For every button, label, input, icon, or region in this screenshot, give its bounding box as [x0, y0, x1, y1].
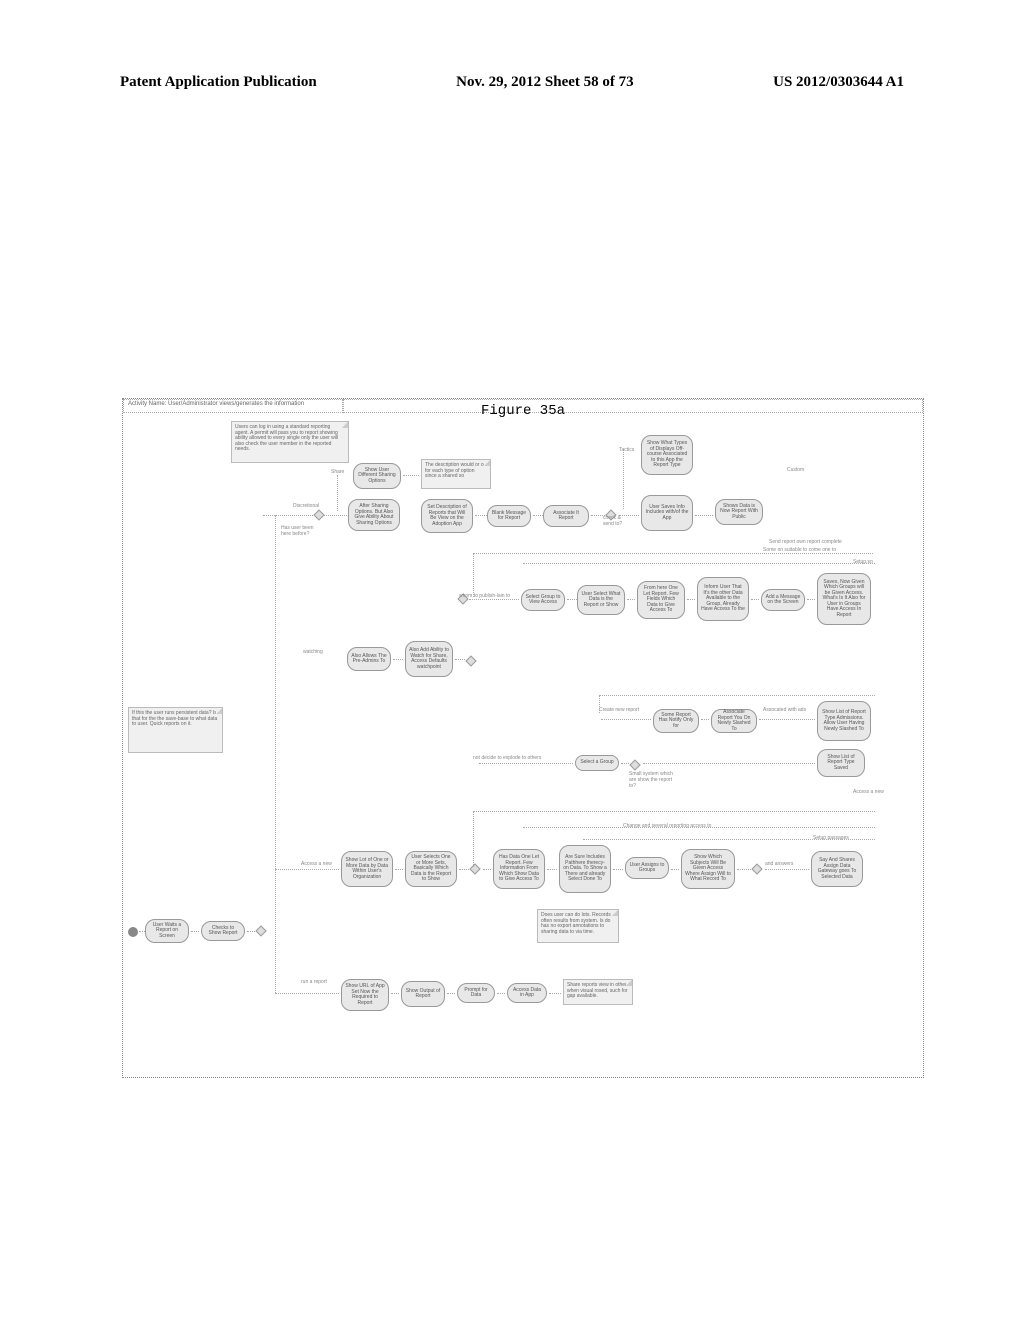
conn-run-report: run a report: [301, 979, 327, 985]
node-blank-msg: Blank Message for Report: [487, 505, 531, 527]
conn-setup: Setup.so: [853, 559, 873, 565]
conn-and-answers: and answers: [765, 861, 793, 867]
node-show-output: Show Output of Report: [401, 981, 445, 1007]
node-set-description: Set Description of Reports that Will Be …: [421, 499, 473, 533]
note-description: The description would or on for each typ…: [421, 459, 491, 489]
decision-4: [465, 655, 476, 666]
note-middle: Does user can do lots. Records often res…: [537, 909, 619, 943]
node-user-select-data: User Select What Data is the Report or S…: [577, 585, 625, 615]
node-saves-now: Saves, Now Given Which Groups will be Gi…: [817, 573, 871, 625]
conn-small-system: Small system which are show the report t…: [629, 771, 675, 789]
node-user-saves: User Saves Info Includes with/of the App: [641, 495, 693, 531]
node-has-data: Has Data One Let Report. Few Information…: [493, 849, 545, 889]
node-add-msg: Add a Message on the Screen: [761, 589, 805, 611]
conn-has-user: Has user been here before?: [281, 525, 317, 537]
node-shows-data: Shows Data is Now Report With Public: [715, 499, 763, 525]
conn-discretional: Discretional: [293, 503, 319, 509]
header-right: US 2012/0303644 A1: [773, 74, 904, 91]
node-say-and: Say And Shares Assign Data Gateway goes …: [811, 851, 863, 887]
node-show-which: Show Which Subjects Will Be Given Access…: [681, 849, 735, 889]
node-assigns-groups: User Assigns to Groups: [625, 857, 669, 879]
node-user-waits: User Waits a Report on Screen: [145, 919, 189, 943]
figure-title: Figure 35a: [481, 403, 565, 419]
node-select-group2: Select a Group: [575, 755, 619, 771]
decision-8: [255, 925, 266, 936]
node-are-sure: Are Sure Includes Pathhere therecy-on Da…: [559, 845, 611, 893]
conn-watching: watching: [303, 649, 323, 655]
note-bottom: Share reports view in other when visual …: [563, 979, 633, 1005]
node-checks-show: Checks to Show Report: [201, 921, 245, 941]
conn-change-several: Change and several reporting access to: [623, 823, 711, 829]
decision-7: [751, 863, 762, 874]
node-display-types: Show What Types of Displays Off-course A…: [641, 435, 693, 475]
node-from-here: From here One Let Report. Few Fields Whi…: [637, 581, 685, 619]
node-inform-user: Inform User That It's the other Data Ava…: [697, 577, 749, 621]
header-left: Patent Application Publication: [120, 74, 317, 91]
node-also-allows: Also Allows The Pre-Admins To: [347, 647, 391, 671]
node-access-data: Access Data in App: [507, 983, 547, 1003]
node-show-url: Show URL of App Set Now the Required to …: [341, 979, 389, 1011]
node-report-notify: Some Report Has Notify Only for: [653, 709, 699, 733]
conn-check-send: check & send to?: [603, 515, 631, 527]
conn-setup-passages: Setup passages: [813, 835, 849, 841]
node-show-list-reports: Show List of Report Type Admissions. All…: [817, 701, 871, 741]
conn-assocated: Assocated with ads: [763, 707, 806, 713]
node-after-sharing: After Sharing Options. But Also Give Abi…: [348, 499, 400, 531]
conn-custom: Custom: [787, 467, 804, 473]
node-associate: Associate It Report: [543, 505, 589, 527]
node-sharing-options: Show User Different Sharing Options: [353, 463, 401, 489]
note-top: Users can log in using a standard report…: [231, 421, 349, 463]
node-prompt-data: Prompt for Data: [457, 983, 495, 1003]
node-user-selects-sets: User Selects One or More Sets, Basically…: [405, 851, 457, 887]
start-circle: [128, 927, 138, 937]
conn-explode: not decide to explode to others: [473, 755, 541, 761]
page-header: Patent Application Publication Nov. 29, …: [0, 74, 1024, 91]
conn-tactics: Tactics: [619, 447, 634, 453]
node-select-group: Select Group to View Access: [521, 589, 565, 611]
node-also-add: Also Add Ability to Watch for Share, Acc…: [405, 641, 453, 677]
conn-create-new: Create new report: [599, 707, 639, 713]
decision-5: [629, 759, 640, 770]
node-show-lot: Show Lot of One or More Data by Data Wit…: [341, 851, 393, 887]
conn-access-row: Access a new: [301, 861, 332, 867]
conn-send-own: Send report own report complete: [769, 539, 842, 545]
node-associate-report: Associate Report You On Newly Slashed To: [711, 709, 757, 733]
swimlane-label: Activity Name: User/Administrator views/…: [123, 399, 343, 413]
header-center: Nov. 29, 2012 Sheet 58 of 73: [456, 74, 634, 91]
note-side: If this the user runs persistent data? I…: [128, 707, 223, 753]
decision-6: [469, 863, 480, 874]
node-show-list-saved: Show List of Report Type Saved: [817, 749, 865, 777]
conn-access-new: Access a new: [853, 789, 884, 795]
figure-diagram: Activity Name: User/Administrator views/…: [122, 398, 924, 1078]
